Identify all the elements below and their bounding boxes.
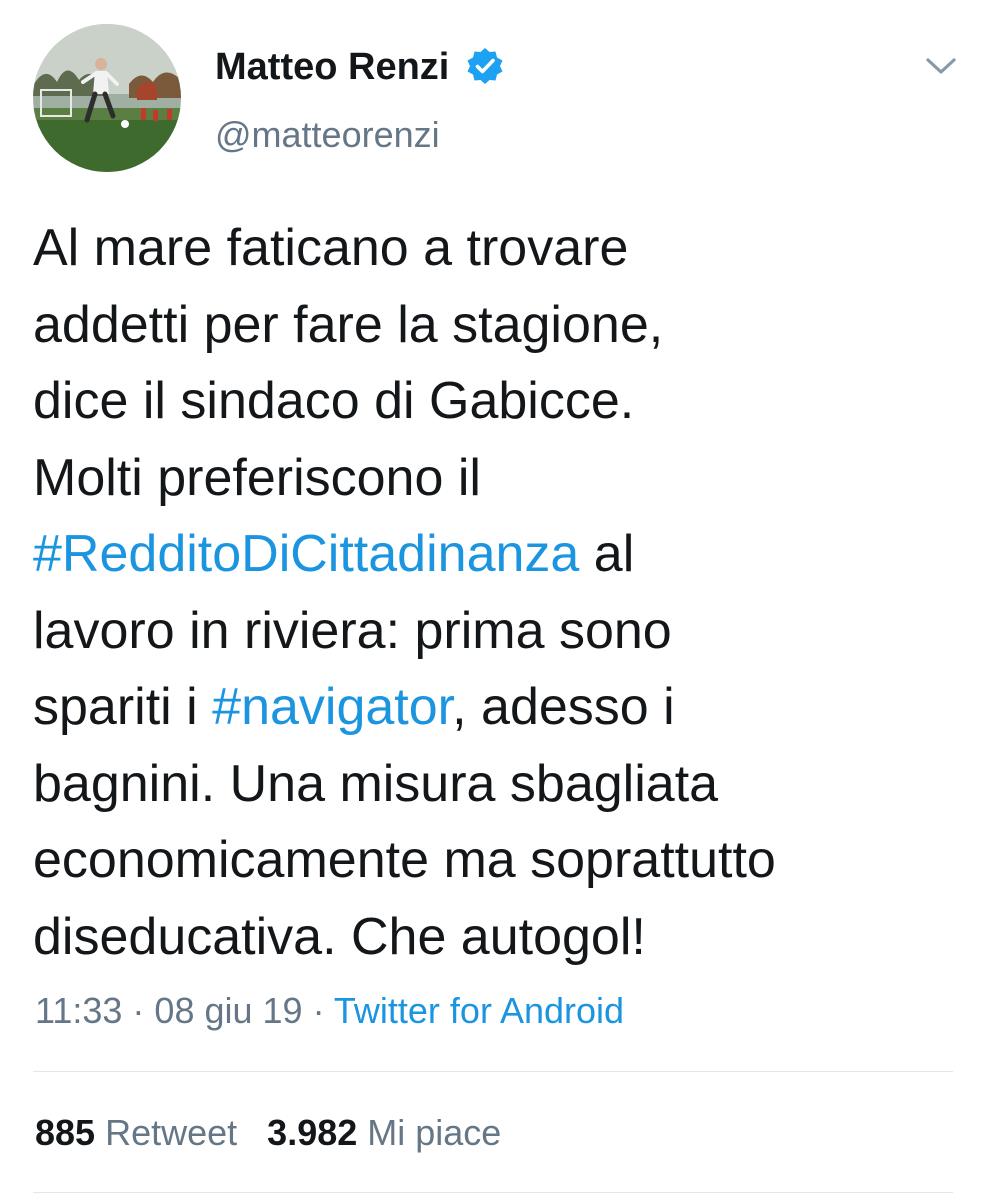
tweet-date: 08 giu 19 <box>154 990 303 1031</box>
likes-count: 3.982 <box>267 1112 358 1153</box>
meta-separator-2: · <box>302 990 334 1031</box>
tweet-text-line: #RedditoDiCittadinanza al <box>33 516 963 593</box>
tweet-text-segment: diseducativa. Che autogol! <box>33 907 646 966</box>
tweet-text-segment: Al mare faticano a trovare <box>33 219 629 277</box>
tweet-text-line: dice il sindaco di Gabicce. <box>33 363 963 440</box>
tweet-text-segment: bagnini. Una misura sbagliata <box>33 754 719 813</box>
tweet-text-segment: economicamente ma soprattutto <box>33 831 776 889</box>
tweet-text-line: spariti i #navigator, adesso i <box>33 669 963 746</box>
tweet-text-line: Al mare faticano a trovare <box>33 210 963 287</box>
author-avatar[interactable] <box>33 24 181 172</box>
tweet-text-segment: lavoro in riviera: prima sono <box>33 601 672 660</box>
divider <box>33 1071 953 1072</box>
tweet-meta: 11:33 · 08 giu 19 · Twitter for Android <box>35 988 624 1034</box>
hashtag-link[interactable]: #navigator <box>212 678 452 736</box>
tweet-text-line: addetti per fare la stagione, <box>33 287 963 364</box>
tweet-text-line: diseducativa. Che autogol! <box>33 899 963 976</box>
tweet-text-line: Molti preferiscono il <box>33 440 963 517</box>
chevron-down-icon[interactable] <box>924 54 958 78</box>
tweet-text: Al mare faticano a trovare addetti per fa… <box>33 210 963 975</box>
likes-label: Mi piace <box>367 1112 502 1153</box>
retweets-label: Retweet <box>105 1112 238 1153</box>
tweet-text-segment: al <box>579 525 635 583</box>
tweet-source-link[interactable]: Twitter for Android <box>334 990 624 1031</box>
avatar-photo <box>33 24 181 172</box>
tweet-text-segment: , adesso i <box>452 678 675 736</box>
tweet-time: 11:33 <box>35 990 123 1031</box>
verified-badge-icon <box>467 48 503 84</box>
author-handle[interactable]: @matteorenzi <box>215 113 440 157</box>
tweet-text-segment: spariti i <box>33 678 213 736</box>
tweet-text-line: bagnini. Una misura sbagliata <box>33 746 963 823</box>
tweet-stats: 885 Retweet 3.982 Mi piace <box>35 1110 501 1156</box>
tweet-text-segment: Molti preferiscono il <box>33 448 481 507</box>
hashtag-link[interactable]: #RedditoDiCittadinanza <box>33 525 579 583</box>
tweet-text-segment: addetti per fare la stagione, <box>33 295 664 354</box>
retweets-stat[interactable]: 885 Retweet <box>35 1112 237 1153</box>
tweet-text-segment: dice il sindaco di Gabicce. <box>33 372 635 430</box>
tweet-text-line: lavoro in riviera: prima sono <box>33 593 963 670</box>
author-display-name[interactable]: Matteo Renzi <box>215 44 449 90</box>
tweet-card: Matteo Renzi @matteorenzi Al mare fatica… <box>0 0 986 1200</box>
likes-stat[interactable]: 3.982 Mi piace <box>267 1112 501 1153</box>
retweets-count: 885 <box>35 1112 96 1153</box>
meta-separator: · <box>122 990 155 1031</box>
divider-bottom <box>33 1192 953 1193</box>
tweet-text-line: economicamente ma soprattutto <box>33 822 963 899</box>
